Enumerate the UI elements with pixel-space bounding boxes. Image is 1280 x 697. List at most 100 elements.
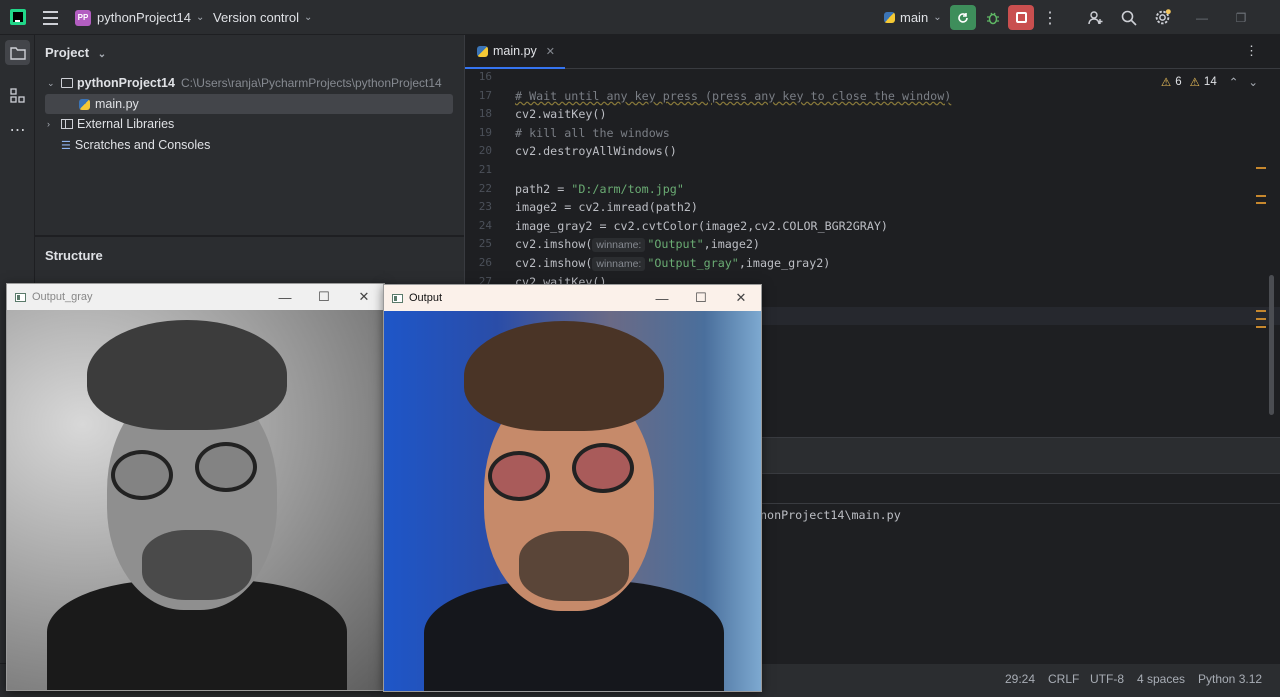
add-user-icon[interactable] xyxy=(1085,0,1107,35)
maximize-icon[interactable]: ☐ xyxy=(305,284,343,310)
prev-highlight-icon[interactable]: ⌃ xyxy=(1229,75,1239,89)
caret-position[interactable]: 29:24 xyxy=(1005,672,1035,686)
code-line[interactable]: # kill all the windows xyxy=(515,124,670,142)
structure-tool-icon[interactable] xyxy=(5,83,30,108)
window-app-icon xyxy=(15,292,26,302)
code-text: # Wait until any key press (press any ke… xyxy=(515,88,952,103)
glasses-lens xyxy=(572,443,634,493)
weak-warning-count: 14 xyxy=(1203,76,1217,88)
string-literal: "D:/arm/tom.jpg" xyxy=(571,181,684,196)
restore-icon[interactable]: ❐ xyxy=(1226,0,1256,35)
line-number[interactable]: 19 xyxy=(465,124,492,142)
pycharm-logo-icon[interactable] xyxy=(10,9,26,25)
code-line[interactable]: path2 = "D:/arm/tom.jpg" xyxy=(515,180,684,198)
code-text: image2 = cv2.imread(path2) xyxy=(515,200,698,215)
scroll-marker[interactable] xyxy=(1256,310,1266,312)
scroll-marker[interactable] xyxy=(1256,318,1266,320)
run-config-name: main xyxy=(900,10,929,25)
project-switcher[interactable]: PP pythonProject14 ⌄ xyxy=(75,0,204,35)
hair-shape xyxy=(87,320,287,430)
version-control-label: Version control xyxy=(213,10,299,25)
line-number[interactable]: 22 xyxy=(465,180,492,198)
tree-scratches[interactable]: ☰ Scratches and Consoles xyxy=(61,135,210,155)
code-text: image_gray2 = cv2.cvtColor(image2,cv2.CO… xyxy=(515,218,888,233)
version-control-menu[interactable]: Version control ⌄ xyxy=(213,0,312,35)
main-menu-icon[interactable] xyxy=(42,0,58,35)
line-number[interactable]: 25 xyxy=(465,235,492,253)
hair-shape xyxy=(464,321,664,431)
code-text: cv2.imshow( xyxy=(515,237,593,252)
python-interpreter[interactable]: Python 3.12 xyxy=(1198,672,1262,686)
code-line[interactable]: image_gray2 = cv2.cvtColor(image2,cv2.CO… xyxy=(515,217,888,235)
folder-icon xyxy=(61,78,73,88)
project-tool-icon[interactable] xyxy=(5,40,30,65)
rerun-icon xyxy=(958,12,968,23)
inspection-widget[interactable]: ⚠ 6 ⚠ 14 ⌃ ⌄ xyxy=(1161,75,1258,89)
tree-external-libraries[interactable]: › External Libraries xyxy=(47,114,174,134)
tree-root[interactable]: ⌄ pythonProject14 C:\Users\ranja\Pycharm… xyxy=(47,73,442,93)
code-line[interactable]: # Wait until any key press (press any ke… xyxy=(515,87,951,105)
output-window[interactable]: Output — ☐ ✕ xyxy=(383,284,762,692)
expand-arrow-icon[interactable]: ⌄ xyxy=(47,78,61,89)
run-config-selector[interactable]: main ⌄ xyxy=(884,0,942,35)
file-encoding[interactable]: UTF-8 xyxy=(1090,672,1124,686)
line-number[interactable]: 18 xyxy=(465,105,492,123)
output-gray-window[interactable]: Output_gray — ☐ ✕ xyxy=(6,283,385,691)
scroll-marker[interactable] xyxy=(1256,167,1266,169)
editor-scrollbar[interactable] xyxy=(1269,275,1274,415)
stop-button[interactable] xyxy=(1008,5,1034,30)
stop-icon xyxy=(1015,12,1027,23)
glasses-lens xyxy=(488,451,550,501)
scratches-label: Scratches and Consoles xyxy=(74,138,211,152)
scroll-marker[interactable] xyxy=(1256,195,1266,197)
code-text: ,image2) xyxy=(703,237,760,252)
line-number[interactable]: 17 xyxy=(465,87,492,105)
minimize-icon[interactable]: — xyxy=(266,284,304,310)
line-number[interactable]: 21 xyxy=(465,161,492,179)
debug-button[interactable] xyxy=(984,0,1002,35)
scratches-icon: ☰ xyxy=(61,139,71,152)
search-icon[interactable] xyxy=(1118,0,1140,35)
code-text: ,image_gray2) xyxy=(738,256,831,270)
line-separator[interactable]: CRLF xyxy=(1048,672,1079,686)
minimize-icon[interactable]: — xyxy=(643,285,681,311)
indent-setting[interactable]: 4 spaces xyxy=(1137,672,1185,686)
glasses-lens xyxy=(195,442,257,492)
maximize-icon[interactable]: ☐ xyxy=(682,285,720,311)
close-icon[interactable]: ✕ xyxy=(722,285,760,311)
rerun-button[interactable] xyxy=(950,5,976,30)
scroll-marker[interactable] xyxy=(1256,202,1266,204)
more-actions-icon[interactable]: ⋮ xyxy=(1042,0,1058,35)
code-line[interactable]: cv2.imshow(winname: "Output_gray",image_g… xyxy=(515,254,830,272)
next-highlight-icon[interactable]: ⌄ xyxy=(1248,75,1258,89)
weak-warning-icon: ⚠ xyxy=(1189,77,1200,89)
expand-arrow-icon[interactable]: › xyxy=(47,119,61,129)
close-icon[interactable]: ✕ xyxy=(345,284,383,310)
project-panel-header[interactable]: Project ⌄ xyxy=(45,45,106,60)
settings-gear-icon[interactable] xyxy=(1151,0,1173,35)
grayscale-image xyxy=(7,310,384,690)
bug-icon xyxy=(987,12,999,24)
console-output: nonProject14\main.py xyxy=(760,508,901,522)
line-number[interactable]: 24 xyxy=(465,217,492,235)
code-text: cv2.imshow( xyxy=(515,256,593,270)
window-app-icon xyxy=(392,293,403,303)
code-line[interactable]: cv2.destroyAllWindows() xyxy=(515,142,677,160)
minimize-icon[interactable]: — xyxy=(1187,0,1217,35)
project-panel: Project ⌄ ⌄ pythonProject14 C:\Users\ran… xyxy=(35,35,464,235)
tree-file-main[interactable]: main.py xyxy=(45,94,453,114)
line-number[interactable]: 16 xyxy=(465,68,492,86)
code-line[interactable]: cv2.waitKey() xyxy=(515,105,606,123)
line-number[interactable]: 26 xyxy=(465,254,492,272)
tab-options-icon[interactable]: ⋮ xyxy=(1245,43,1258,59)
close-tab-icon[interactable]: ✕ xyxy=(546,45,555,58)
code-line[interactable]: image2 = cv2.imread(path2) xyxy=(515,198,698,216)
more-tools-icon[interactable]: ⋯ xyxy=(5,117,30,142)
scroll-marker[interactable] xyxy=(1256,326,1266,328)
tab-main-py[interactable]: main.py ✕ xyxy=(465,35,565,69)
line-number[interactable]: 23 xyxy=(465,198,492,216)
line-number[interactable]: 20 xyxy=(465,142,492,160)
library-icon xyxy=(61,119,73,129)
color-image xyxy=(384,311,761,691)
code-line[interactable]: cv2.imshow(winname: "Output",image2) xyxy=(515,235,760,253)
